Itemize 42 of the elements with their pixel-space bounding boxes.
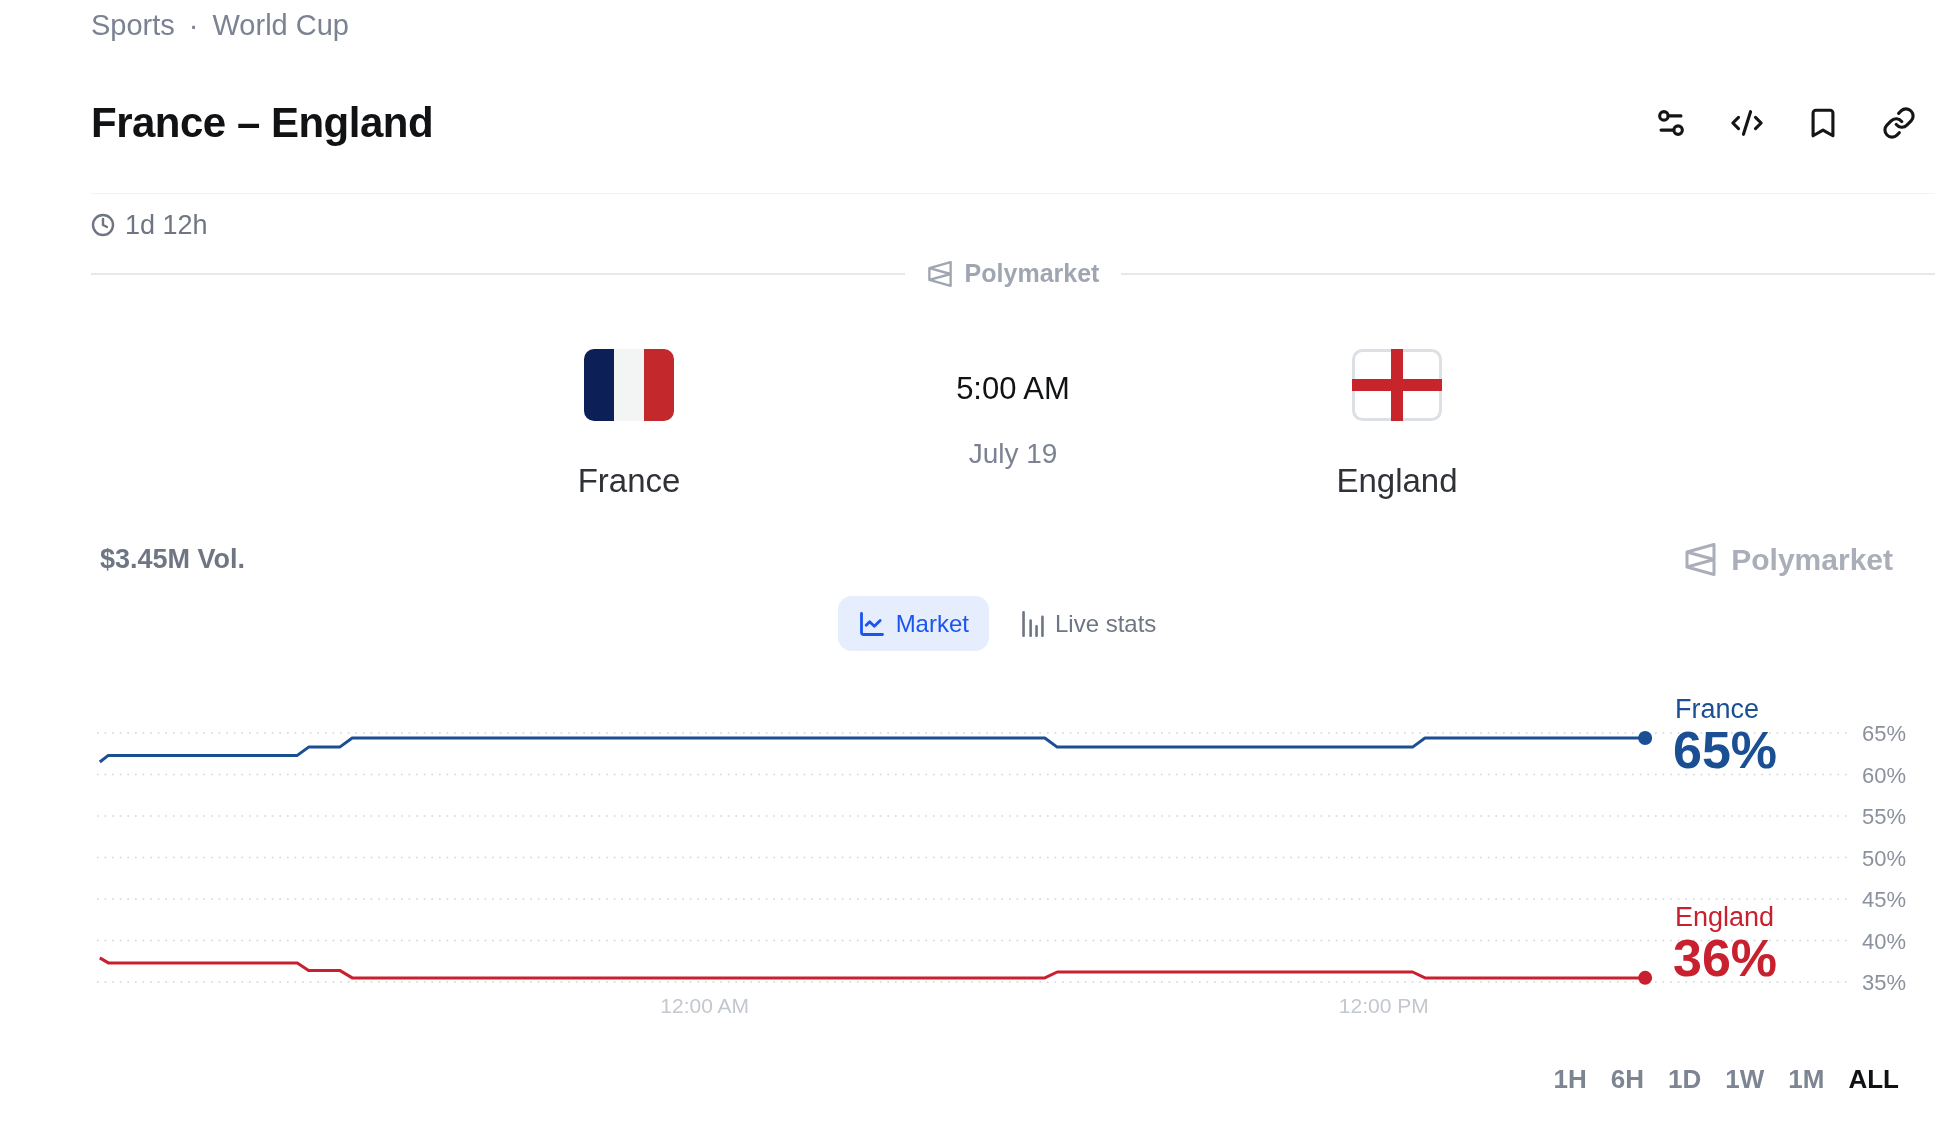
current-percentage: 65% (1673, 721, 1778, 779)
brand-name: Polymarket (964, 258, 1100, 290)
clock-icon (91, 213, 115, 237)
link-icon (1882, 105, 1916, 140)
countdown-text: 1d 12h (125, 208, 208, 242)
breadcrumb-separator: · (188, 8, 199, 44)
time-range-option[interactable]: 1H (1553, 1059, 1587, 1099)
axis-tick-label: 50% (1862, 845, 1907, 871)
kickoff-time: 5:00 AM (956, 371, 1070, 407)
breadcrumb-link[interactable]: World Cup (212, 4, 349, 48)
series-label: England (1675, 902, 1775, 932)
team-name: England (1336, 461, 1458, 501)
page-title: France – England (91, 98, 434, 148)
series-label: France (1675, 694, 1760, 724)
brand-name: Polymarket (1731, 541, 1893, 578)
breadcrumb-link[interactable]: Sports (91, 4, 175, 48)
kickoff-date: July 19 (968, 437, 1058, 471)
time-range-option[interactable]: 1D (1668, 1059, 1702, 1099)
cross-flag-icon (1352, 349, 1442, 421)
logo-icon (926, 261, 953, 287)
axis-tick-label: 12:00 AM (660, 994, 750, 1017)
axis-tick-label: 60% (1862, 762, 1907, 788)
axis-tick-label: 45% (1862, 887, 1907, 912)
team-name: France (577, 461, 681, 501)
axis-tick-label: 65% (1862, 721, 1907, 746)
time-range-option[interactable]: 1W (1725, 1059, 1765, 1099)
logo-icon (1684, 542, 1718, 576)
tricolor-flag-icon (584, 349, 674, 421)
axis-tick-label: 35% (1862, 970, 1907, 995)
end-point (1638, 970, 1653, 985)
axis-tick-label: 40% (1862, 928, 1907, 954)
bar-chart-icon (1021, 610, 1045, 637)
time-range-option[interactable]: ALL (1848, 1059, 1899, 1099)
time-range-option[interactable]: 1M (1788, 1059, 1825, 1099)
volume-text: $3.45M Vol. (100, 542, 246, 576)
tab[interactable]: Market (837, 596, 989, 651)
end-point (1638, 731, 1653, 745)
axis-tick-label: 55% (1862, 804, 1907, 829)
tab[interactable]: Live stats (1009, 596, 1169, 651)
time-range-option[interactable]: 6H (1610, 1059, 1645, 1099)
axis-tick-label: 12:00 PM (1338, 994, 1429, 1017)
line-chart-icon (857, 609, 886, 638)
